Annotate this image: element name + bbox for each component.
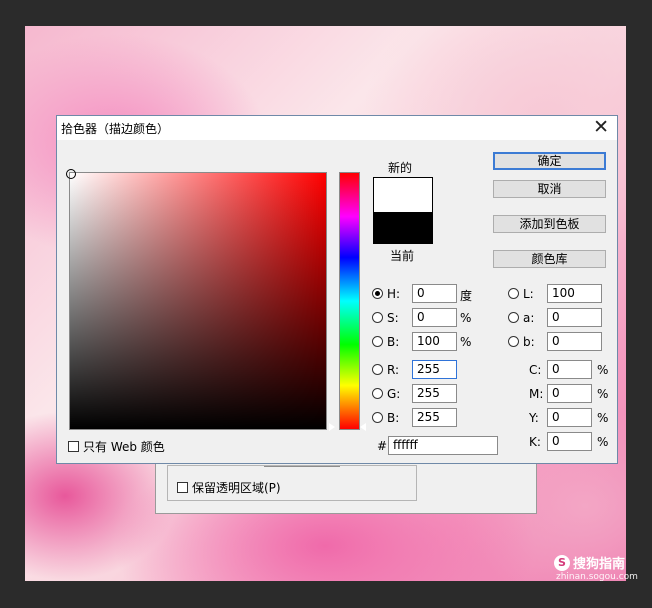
preserve-transparency-label: 保留透明区域(P) xyxy=(192,481,281,495)
blue-radio[interactable] xyxy=(372,412,383,423)
current-color-swatch[interactable] xyxy=(374,212,432,243)
close-icon[interactable]: ✕ xyxy=(593,117,609,137)
yellow-label: Y: xyxy=(529,411,539,425)
cyan-label: C: xyxy=(529,363,542,377)
black-unit: % xyxy=(597,435,609,449)
color-libraries-button[interactable]: 颜色库 xyxy=(493,250,606,268)
hue-input[interactable]: 0 xyxy=(412,284,457,303)
brightness-radio[interactable] xyxy=(372,336,383,347)
black-label: K: xyxy=(529,435,541,449)
brightness-label: B: xyxy=(387,335,400,349)
color-selection-marker[interactable] xyxy=(66,169,76,179)
brightness-unit: % xyxy=(460,335,472,349)
cyan-input[interactable]: 0 xyxy=(547,360,592,379)
saturation-brightness-field[interactable] xyxy=(66,169,327,430)
blue-label: B: xyxy=(387,411,400,425)
red-label: R: xyxy=(387,363,400,377)
color-swatch-outline xyxy=(264,466,340,470)
magenta-unit: % xyxy=(597,387,609,401)
green-label: G: xyxy=(387,387,401,401)
hue-label: H: xyxy=(387,287,401,301)
lab-a-input[interactable]: 0 xyxy=(547,308,602,327)
red-radio[interactable] xyxy=(372,364,383,375)
blue-input[interactable]: 255 xyxy=(412,408,457,427)
web-colors-only-label: 只有 Web 颜色 xyxy=(83,440,165,454)
lab-a-radio[interactable] xyxy=(508,312,519,323)
new-color-swatch xyxy=(374,178,432,212)
color-picker-dialog: 拾色器（描边颜色） ✕ 新的 当前 确定 取消 添加到色板 颜色库 H: 0 度… xyxy=(56,115,618,464)
saturation-unit: % xyxy=(460,311,472,325)
hue-slider[interactable] xyxy=(339,172,360,430)
lab-b-radio[interactable] xyxy=(508,336,519,347)
yellow-input[interactable]: 0 xyxy=(547,408,592,427)
yellow-unit: % xyxy=(597,411,609,425)
hue-slider-left-arrow-icon[interactable] xyxy=(329,423,335,431)
sogou-logo-icon: S xyxy=(554,554,570,571)
lab-a-label: a: xyxy=(523,311,535,325)
web-colors-only-checkbox[interactable] xyxy=(68,441,79,452)
sogou-watermark: S 搜狗指南 zhinan.sogou.com xyxy=(554,553,638,582)
new-color-label: 新的 xyxy=(388,161,413,175)
cyan-unit: % xyxy=(597,363,609,377)
hue-unit: 度 xyxy=(460,289,473,303)
green-radio[interactable] xyxy=(372,388,383,399)
magenta-input[interactable]: 0 xyxy=(547,384,592,403)
cancel-button[interactable]: 取消 xyxy=(493,180,606,198)
hex-label: # xyxy=(377,439,388,453)
lab-b-input[interactable]: 0 xyxy=(547,332,602,351)
hue-radio[interactable] xyxy=(372,288,383,299)
brightness-input[interactable]: 100 xyxy=(412,332,457,351)
ok-button[interactable]: 确定 xyxy=(493,152,606,170)
magenta-label: M: xyxy=(529,387,544,401)
hue-slider-right-arrow-icon[interactable] xyxy=(360,423,366,431)
black-input[interactable]: 0 xyxy=(547,432,592,451)
saturation-label: S: xyxy=(387,311,399,325)
lab-l-label: L: xyxy=(523,287,534,301)
hex-input[interactable]: ffffff xyxy=(388,436,498,455)
preserve-transparency-option[interactable]: 保留透明区域(P) xyxy=(177,479,281,496)
preserve-transparency-checkbox[interactable] xyxy=(177,482,188,493)
saturation-radio[interactable] xyxy=(372,312,383,323)
green-input[interactable]: 255 xyxy=(412,384,457,403)
lab-l-input[interactable]: 100 xyxy=(547,284,602,303)
saturation-input[interactable]: 0 xyxy=(412,308,457,327)
watermark-title: S 搜狗指南 xyxy=(554,553,638,572)
watermark-name: 搜狗指南 xyxy=(573,557,626,572)
add-to-swatches-button[interactable]: 添加到色板 xyxy=(493,215,606,233)
red-input[interactable]: 255 xyxy=(412,360,457,379)
dialog-title: 拾色器（描边颜色） xyxy=(61,122,170,136)
web-colors-only-option[interactable]: 只有 Web 颜色 xyxy=(68,438,165,455)
watermark-url: zhinan.sogou.com xyxy=(556,572,638,582)
lab-b-label: b: xyxy=(523,335,535,349)
lab-l-radio[interactable] xyxy=(508,288,519,299)
current-color-label: 当前 xyxy=(390,249,415,263)
color-preview xyxy=(373,177,433,244)
title-bar: 拾色器（描边颜色） ✕ xyxy=(57,116,617,140)
